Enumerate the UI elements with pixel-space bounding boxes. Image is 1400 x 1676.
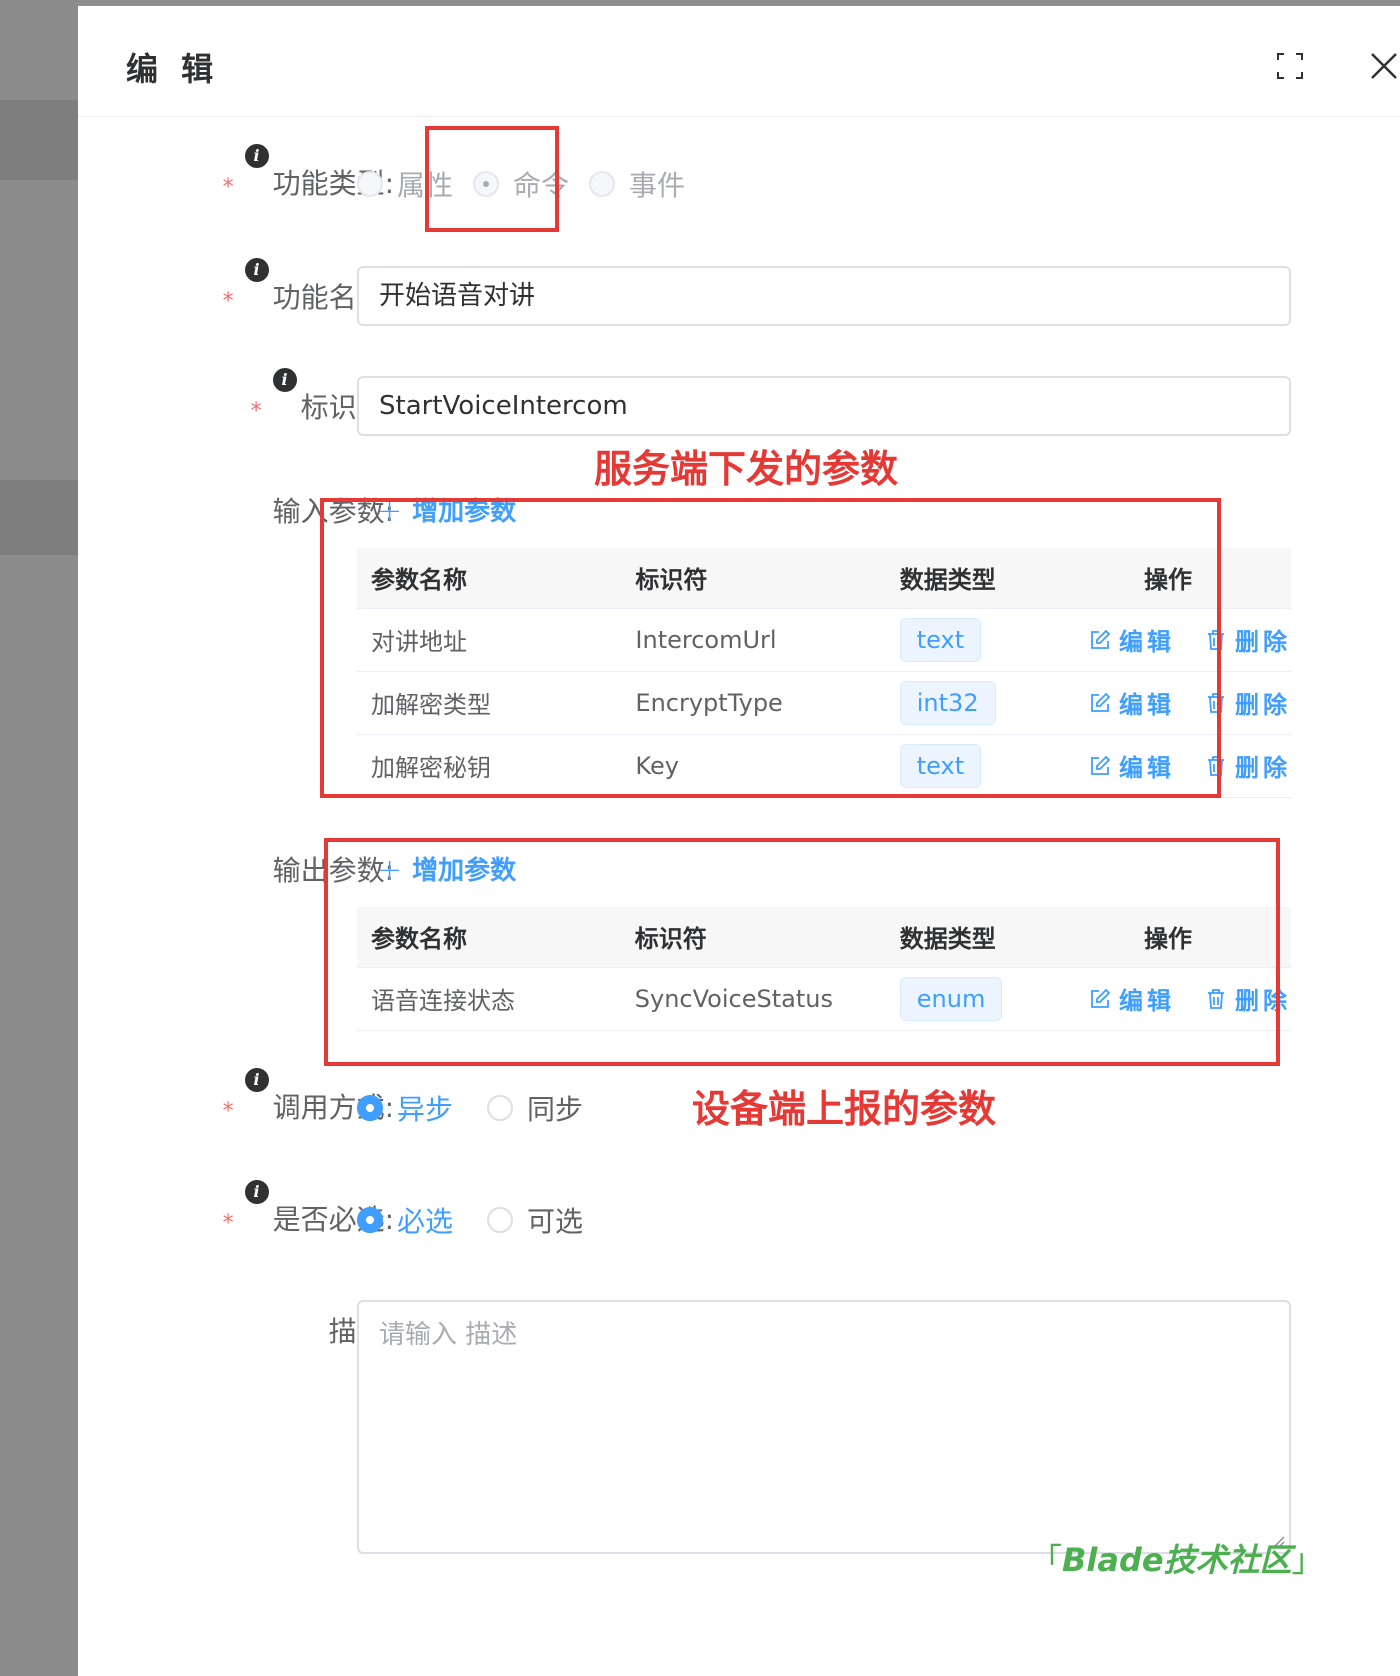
close-icon[interactable] — [1368, 50, 1400, 82]
required-asterisk: * — [222, 1211, 234, 1236]
annotation-output-note: 设备端上报的参数 — [692, 1087, 997, 1131]
radio-async[interactable]: 异步 — [357, 1088, 453, 1128]
info-icon[interactable]: i — [244, 1068, 269, 1092]
identifier-input[interactable]: StartVoiceIntercom — [357, 376, 1291, 436]
description-textarea[interactable]: 请输入 描述 — [357, 1300, 1291, 1554]
backdrop-row — [0, 480, 78, 555]
description-placeholder: 请输入 描述 — [379, 1320, 518, 1350]
radio-circle — [487, 1207, 514, 1233]
page-backdrop — [0, 0, 78, 1676]
fullscreen-icon[interactable] — [1274, 50, 1306, 82]
radio-optional[interactable]: 可选 — [487, 1200, 583, 1240]
radio-circle — [357, 1095, 383, 1121]
dialog-header: 编 辑 — [78, 6, 1400, 117]
info-icon[interactable]: i — [244, 144, 269, 168]
call-mode-radio-group: 异步 同步 — [357, 1076, 603, 1140]
annotation-box-input-params — [320, 498, 1221, 798]
radio-sync[interactable]: 同步 — [487, 1088, 583, 1128]
required-radio-group: 必选 可选 — [357, 1188, 603, 1252]
info-icon[interactable]: i — [244, 1180, 269, 1204]
dialog-title: 编 辑 — [126, 50, 220, 88]
func-name-input[interactable]: 开始语音对讲 — [357, 266, 1291, 326]
radio-circle — [487, 1095, 514, 1121]
radio-required[interactable]: 必选 — [357, 1200, 453, 1240]
annotation-box-output-params — [324, 838, 1280, 1066]
required-asterisk: * — [250, 399, 262, 424]
radio-circle — [589, 171, 616, 197]
watermark: 「Blade技术社区」 — [1030, 1541, 1324, 1579]
annotation-input-note: 服务端下发的参数 — [594, 447, 899, 491]
radio-circle — [357, 1207, 383, 1233]
required-asterisk: * — [222, 289, 234, 314]
radio-circle — [357, 171, 383, 197]
info-icon[interactable]: i — [244, 258, 269, 282]
annotation-box-command — [425, 126, 559, 232]
info-icon[interactable]: i — [272, 368, 297, 392]
radio-event[interactable]: 事件 — [589, 164, 685, 204]
backdrop-row — [0, 100, 78, 180]
edit-dialog: 编 辑 * i 功能类型: 属性 命令 事件 * i 功能名称: 开始语音对讲 … — [78, 6, 1400, 1676]
required-asterisk: * — [222, 175, 234, 200]
required-asterisk: * — [222, 1099, 234, 1124]
